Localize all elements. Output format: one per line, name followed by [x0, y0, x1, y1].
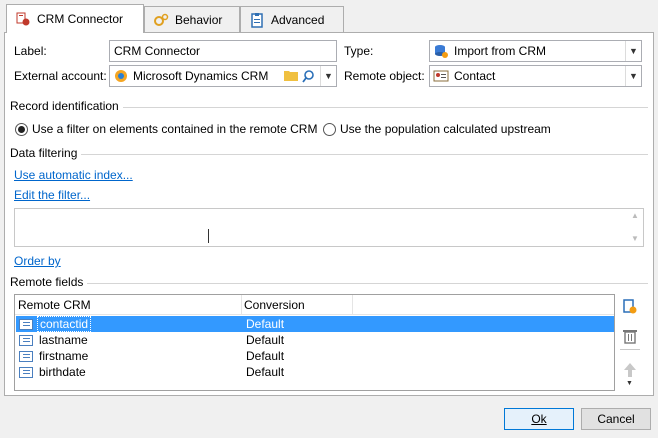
radio-population-option[interactable]: Use the population calculated upstream [323, 122, 551, 136]
tab-label: CRM Connector [37, 12, 124, 26]
remote-fields-section: Remote fields [10, 275, 648, 289]
scrollbar[interactable]: ▲ ▼ [627, 209, 643, 246]
more-down-icon[interactable]: ▼ [626, 380, 633, 387]
type-caption: Type: [344, 44, 374, 58]
column-header-remote-crm[interactable]: Remote CRM [15, 298, 241, 312]
label-caption: Label: [14, 44, 47, 58]
column-header-conversion[interactable]: Conversion [242, 298, 352, 312]
external-account-caption: External account: [14, 69, 107, 83]
search-icon[interactable] [302, 69, 316, 83]
tab-crm-connector[interactable]: CRM Connector [6, 4, 144, 33]
dynamics-crm-icon [113, 68, 129, 84]
ok-button[interactable]: Ok [504, 408, 574, 430]
record-identification-section: Record identification [10, 99, 648, 113]
external-account-field[interactable]: Microsoft Dynamics CRM ▼ [109, 65, 337, 87]
radio-button-checked[interactable] [15, 122, 28, 136]
radio-label: Use the population calculated upstream [340, 122, 551, 136]
field-icon [19, 334, 33, 346]
table-row[interactable]: firstname Default [16, 348, 614, 364]
data-filtering-section: Data filtering [10, 146, 648, 160]
field-icon [19, 366, 33, 378]
cancel-button[interactable]: Cancel [581, 408, 651, 430]
import-crm-icon [433, 43, 449, 59]
tab-advanced[interactable]: Advanced [240, 6, 344, 32]
radio-filter-option[interactable]: Use a filter on elements contained in th… [15, 122, 317, 136]
section-title: Record identification [10, 99, 119, 113]
remote-object-caption: Remote object: [344, 69, 425, 83]
label-field[interactable]: CRM Connector [109, 40, 337, 62]
move-up-icon[interactable] [623, 362, 637, 378]
remote-object-value: Contact [454, 69, 496, 83]
field-icon [19, 318, 33, 330]
add-field-icon[interactable] [622, 299, 638, 315]
use-automatic-index-link[interactable]: Use automatic index... [14, 168, 133, 182]
radio-label: Use a filter on elements contained in th… [32, 122, 318, 136]
order-by-link[interactable]: Order by [14, 254, 61, 268]
type-value: Import from CRM [454, 44, 547, 58]
tab-label: Behavior [175, 12, 223, 27]
table-row[interactable]: lastname Default [16, 332, 614, 348]
clipboard-icon [249, 12, 265, 28]
chevron-down-icon[interactable]: ▼ [320, 66, 336, 86]
field-icon [19, 350, 33, 362]
radio-button[interactable] [323, 122, 336, 136]
contact-card-icon [433, 69, 449, 83]
tab-label: Advanced [271, 12, 325, 27]
table-row[interactable]: birthdate Default [16, 364, 614, 380]
external-account-value: Microsoft Dynamics CRM [133, 69, 269, 83]
type-select[interactable]: Import from CRM ▼ [429, 40, 642, 62]
label-value: CRM Connector [114, 44, 201, 58]
text-cursor [208, 229, 209, 243]
section-title: Remote fields [10, 275, 84, 289]
remote-object-select[interactable]: Contact ▼ [429, 65, 642, 87]
remote-fields-table: Remote CRM Conversion contactid Default … [14, 294, 615, 391]
edit-filter-link[interactable]: Edit the filter... [14, 188, 90, 202]
chevron-down-icon[interactable]: ▼ [625, 41, 641, 61]
toolbar-divider [620, 349, 640, 350]
crm-connector-icon [15, 11, 31, 27]
filter-text-area[interactable]: ▲ ▼ [14, 208, 644, 247]
gears-icon [153, 12, 169, 28]
section-title: Data filtering [10, 146, 78, 160]
table-header: Remote CRM Conversion [15, 294, 614, 315]
trash-icon[interactable] [622, 328, 638, 344]
table-row[interactable]: contactid Default [16, 316, 614, 332]
folder-icon[interactable] [284, 69, 298, 81]
tab-behavior[interactable]: Behavior [144, 6, 240, 32]
chevron-down-icon[interactable]: ▼ [625, 66, 641, 86]
